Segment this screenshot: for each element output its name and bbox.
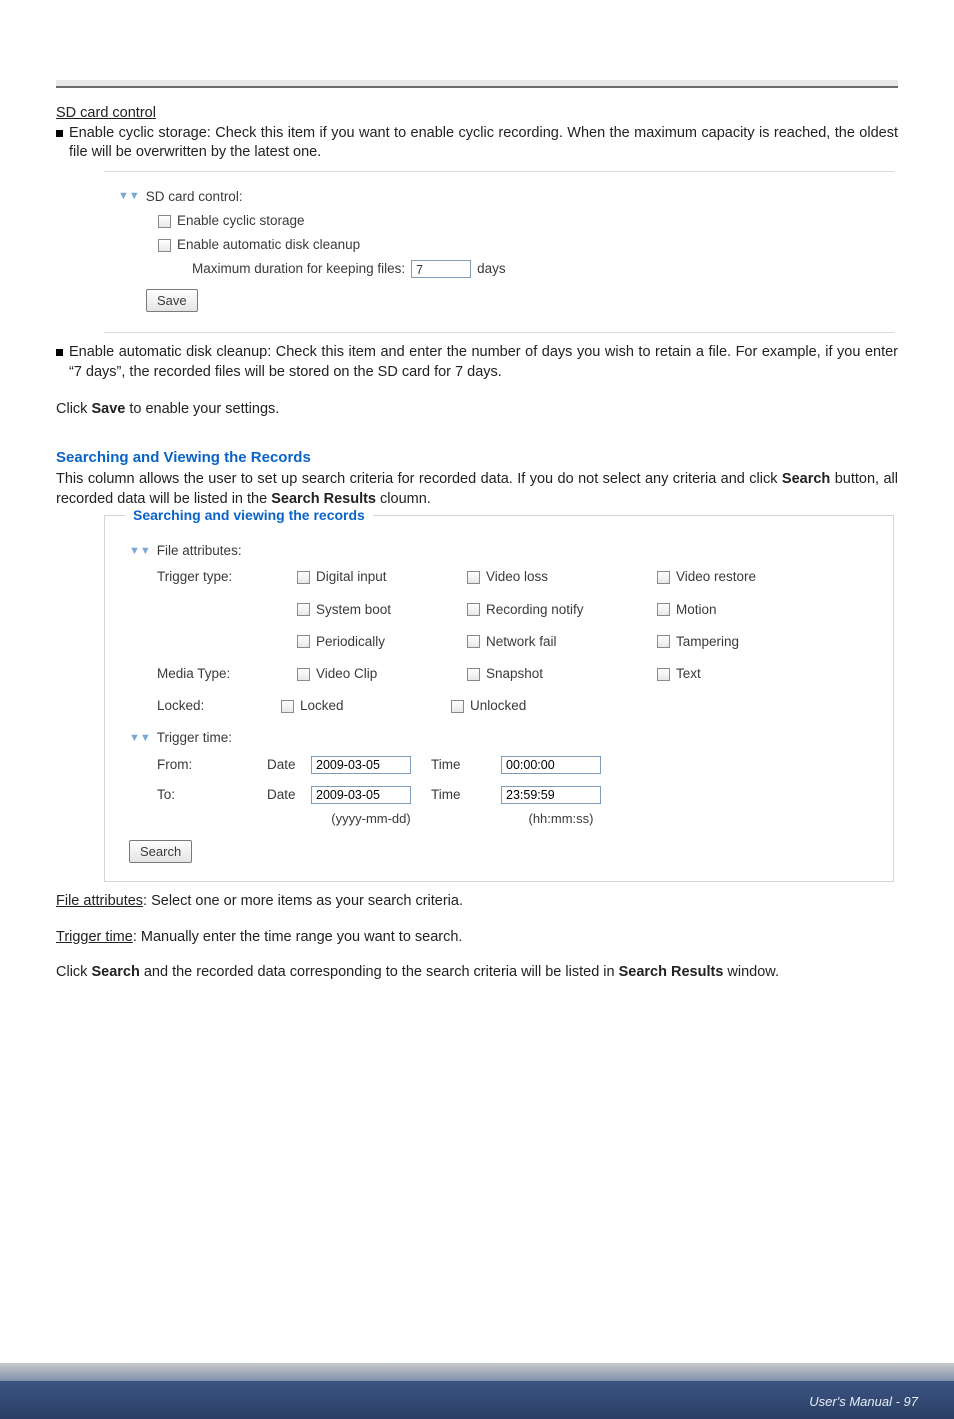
text-fragment: to enable your settings. [125, 401, 279, 417]
text-fragment: Click [56, 964, 91, 980]
text-fragment: Click [56, 401, 91, 417]
locked-label: Locked: [157, 697, 297, 715]
checkbox-label: Video restore [676, 568, 756, 586]
checkbox-snapshot[interactable] [467, 668, 480, 681]
chevron-down-icon[interactable]: ▼▼ [118, 189, 140, 204]
panel-title: SD card control: [146, 188, 243, 206]
checkbox-motion[interactable] [657, 603, 670, 616]
text-bold: Search Results [619, 964, 724, 980]
date-label: Date [267, 786, 311, 804]
file-attributes-desc: File attributes: Select one or more item… [56, 892, 898, 912]
checkbox-label: Video loss [486, 568, 548, 586]
text-fragment: : Manually enter the time range you want… [133, 929, 463, 945]
page-number: User's Manual - 97 [809, 1394, 918, 1409]
square-bullet-icon [56, 130, 63, 137]
checkbox-label: Enable automatic disk cleanup [177, 236, 360, 254]
max-duration-input[interactable]: 7 [411, 260, 471, 278]
checkbox-text[interactable] [657, 668, 670, 681]
text-bold: Save [91, 401, 125, 417]
checkbox-video-clip[interactable] [297, 668, 310, 681]
bullet-enable-cyclic: Enable cyclic storage: Check this item i… [56, 124, 898, 163]
text-fragment: : Select one or more items as your searc… [143, 893, 463, 909]
days-label: days [477, 260, 506, 278]
checkbox-label: Tampering [676, 633, 739, 651]
trigger-type-label: Trigger type: [157, 568, 297, 586]
text-fragment: window. [723, 964, 779, 980]
from-date-input[interactable] [311, 756, 411, 774]
search-records-panel: Searching and viewing the records ▼▼ Fil… [104, 515, 894, 882]
time-format-hint: (hh:mm:ss) [501, 810, 621, 828]
text-bold: Search [782, 471, 830, 487]
checkbox-video-loss[interactable] [467, 571, 480, 584]
checkbox-network-fail[interactable] [467, 635, 480, 648]
square-bullet-icon [56, 349, 63, 356]
text-bold: Search Results [271, 491, 376, 507]
from-label: From: [157, 756, 267, 774]
page-content: SD card control Enable cyclic storage: C… [0, 88, 954, 983]
checkbox-disk-cleanup[interactable] [158, 239, 171, 252]
file-attributes-title: File attributes: [157, 542, 242, 560]
checkbox-label: Locked [300, 697, 344, 715]
click-save-line: Click Save to enable your settings. [56, 400, 898, 420]
text-fragment: cloumn. [376, 491, 431, 507]
chevron-down-icon[interactable]: ▼▼ [129, 544, 151, 559]
checkbox-system-boot[interactable] [297, 603, 310, 616]
searching-heading: Searching and Viewing the Records [56, 448, 898, 468]
text-underline: Trigger time [56, 929, 133, 945]
to-date-input[interactable] [311, 786, 411, 804]
checkbox-video-restore[interactable] [657, 571, 670, 584]
checkbox-label: Periodically [316, 633, 385, 651]
bullet-text: Enable automatic disk cleanup: Check thi… [69, 343, 898, 382]
checkbox-label: Enable cyclic storage [177, 212, 305, 230]
date-format-hint: (yyyy-mm-dd) [311, 810, 431, 828]
text-underline: File attributes [56, 893, 143, 909]
text-fragment: This column allows the user to set up se… [56, 471, 782, 487]
checkbox-label: Network fail [486, 633, 557, 651]
text-fragment: and the recorded data corresponding to t… [140, 964, 619, 980]
media-type-label: Media Type: [157, 665, 297, 683]
trigger-time-desc: Trigger time: Manually enter the time ra… [56, 928, 898, 948]
save-button[interactable]: Save [146, 289, 198, 313]
click-search-desc: Click Search and the recorded data corre… [56, 963, 898, 983]
bullet-enable-cleanup: Enable automatic disk cleanup: Check thi… [56, 343, 898, 382]
to-time-input[interactable] [501, 786, 601, 804]
search-button[interactable]: Search [129, 840, 192, 864]
max-duration-label: Maximum duration for keeping files: [192, 260, 405, 278]
checkbox-label: Video Clip [316, 665, 377, 683]
checkbox-label: Digital input [316, 568, 387, 586]
header-rule [56, 80, 898, 88]
time-label: Time [431, 786, 501, 804]
searching-intro: This column allows the user to set up se… [56, 470, 898, 509]
panel-legend: Searching and viewing the records [125, 506, 373, 525]
sd-card-control-panel: ▼▼ SD card control: Enable cyclic storag… [104, 171, 894, 333]
sd-card-control-heading: SD card control [56, 104, 898, 124]
checkbox-label: Snapshot [486, 665, 543, 683]
checkbox-label: System boot [316, 601, 391, 619]
trigger-time-title: Trigger time: [157, 729, 232, 747]
to-label: To: [157, 786, 267, 804]
bullet-text: Enable cyclic storage: Check this item i… [69, 124, 898, 163]
footer-bar: User's Manual - 97 [0, 1363, 954, 1419]
checkbox-locked[interactable] [281, 700, 294, 713]
date-label: Date [267, 756, 311, 774]
checkbox-label: Unlocked [470, 697, 526, 715]
checkbox-periodically[interactable] [297, 635, 310, 648]
time-label: Time [431, 756, 501, 774]
from-time-input[interactable] [501, 756, 601, 774]
checkbox-unlocked[interactable] [451, 700, 464, 713]
checkbox-label: Recording notify [486, 601, 584, 619]
checkbox-tampering[interactable] [657, 635, 670, 648]
checkbox-label: Motion [676, 601, 717, 619]
checkbox-cyclic-storage[interactable] [158, 215, 171, 228]
text-bold: Search [91, 964, 139, 980]
checkbox-label: Text [676, 665, 701, 683]
checkbox-recording-notify[interactable] [467, 603, 480, 616]
checkbox-digital-input[interactable] [297, 571, 310, 584]
chevron-down-icon[interactable]: ▼▼ [129, 731, 151, 746]
